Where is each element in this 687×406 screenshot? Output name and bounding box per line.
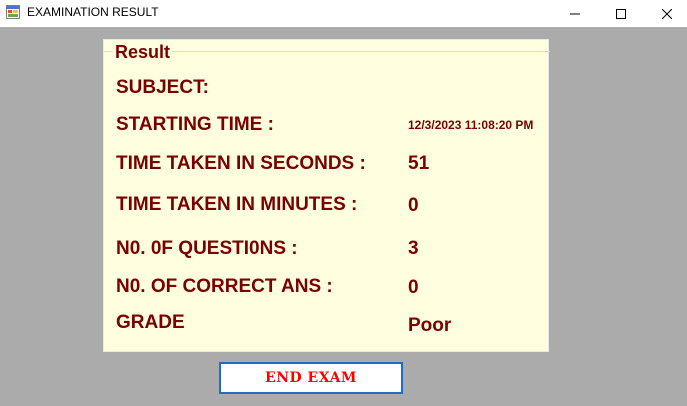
result-group-title: Result [113, 42, 173, 63]
correct-answers-value: 0 [408, 277, 419, 298]
form-app-icon [6, 5, 20, 19]
correct-answers-label: N0. OF CORRECT ANS : [116, 276, 333, 297]
end-exam-button[interactable]: END EXAM [219, 362, 403, 394]
maximize-icon [616, 8, 626, 19]
minimize-button[interactable] [552, 0, 598, 27]
maximize-button[interactable] [598, 0, 644, 27]
grade-value: Poor [408, 315, 452, 336]
time-minutes-label: TIME TAKEN IN MINUTES : [116, 194, 358, 215]
title-bar[interactable]: EXAMINATION RESULT [0, 0, 687, 27]
questions-count-label: N0. 0F QUESTI0NS : [116, 238, 298, 259]
time-seconds-value: 51 [408, 153, 430, 174]
subject-label: SUBJECT: [116, 77, 209, 98]
close-button[interactable] [644, 0, 687, 27]
starting-time-value: 12/3/2023 11:08:20 PM [408, 118, 534, 132]
starting-time-label: STARTING TIME : [116, 114, 274, 135]
grade-label: GRADE [116, 312, 185, 333]
window-title: EXAMINATION RESULT [27, 5, 159, 19]
time-seconds-label: TIME TAKEN IN SECONDS : [116, 153, 366, 174]
questions-count-value: 3 [408, 238, 419, 259]
time-minutes-value: 0 [408, 195, 419, 216]
examination-result-window: EXAMINATION RESULT Result SUBJECT: START… [0, 0, 687, 406]
close-icon [662, 8, 672, 19]
minimize-icon [570, 13, 580, 14]
